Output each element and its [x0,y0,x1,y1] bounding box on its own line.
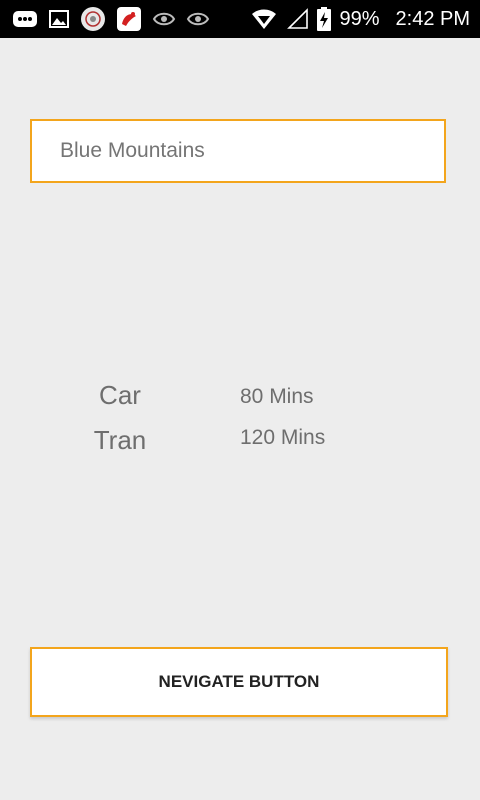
battery-charging-icon [317,7,332,31]
status-bar: 99% 2:42 PM [0,0,480,38]
travel-duration-tran: 120 Mins [240,426,326,449]
more-icon [12,9,38,29]
battery-percent: 99% [339,8,380,30]
travel-mode-tran: Tran [93,425,147,455]
app-icon-1 [80,6,106,32]
destination-field[interactable] [30,119,446,183]
travel-duration-car: 80 Mins [240,385,314,408]
destination-input[interactable] [60,121,420,181]
navigate-button[interactable]: NEVIGATE BUTTON [30,647,448,717]
signal-icon [285,8,309,30]
image-icon [48,9,70,29]
eye-icon [186,9,210,29]
eye-icon [152,9,176,29]
clock: 2:42 PM [395,8,470,30]
app-icon-2 [116,6,142,32]
wifi-icon [251,8,277,30]
travel-mode-car: Car [99,380,141,410]
